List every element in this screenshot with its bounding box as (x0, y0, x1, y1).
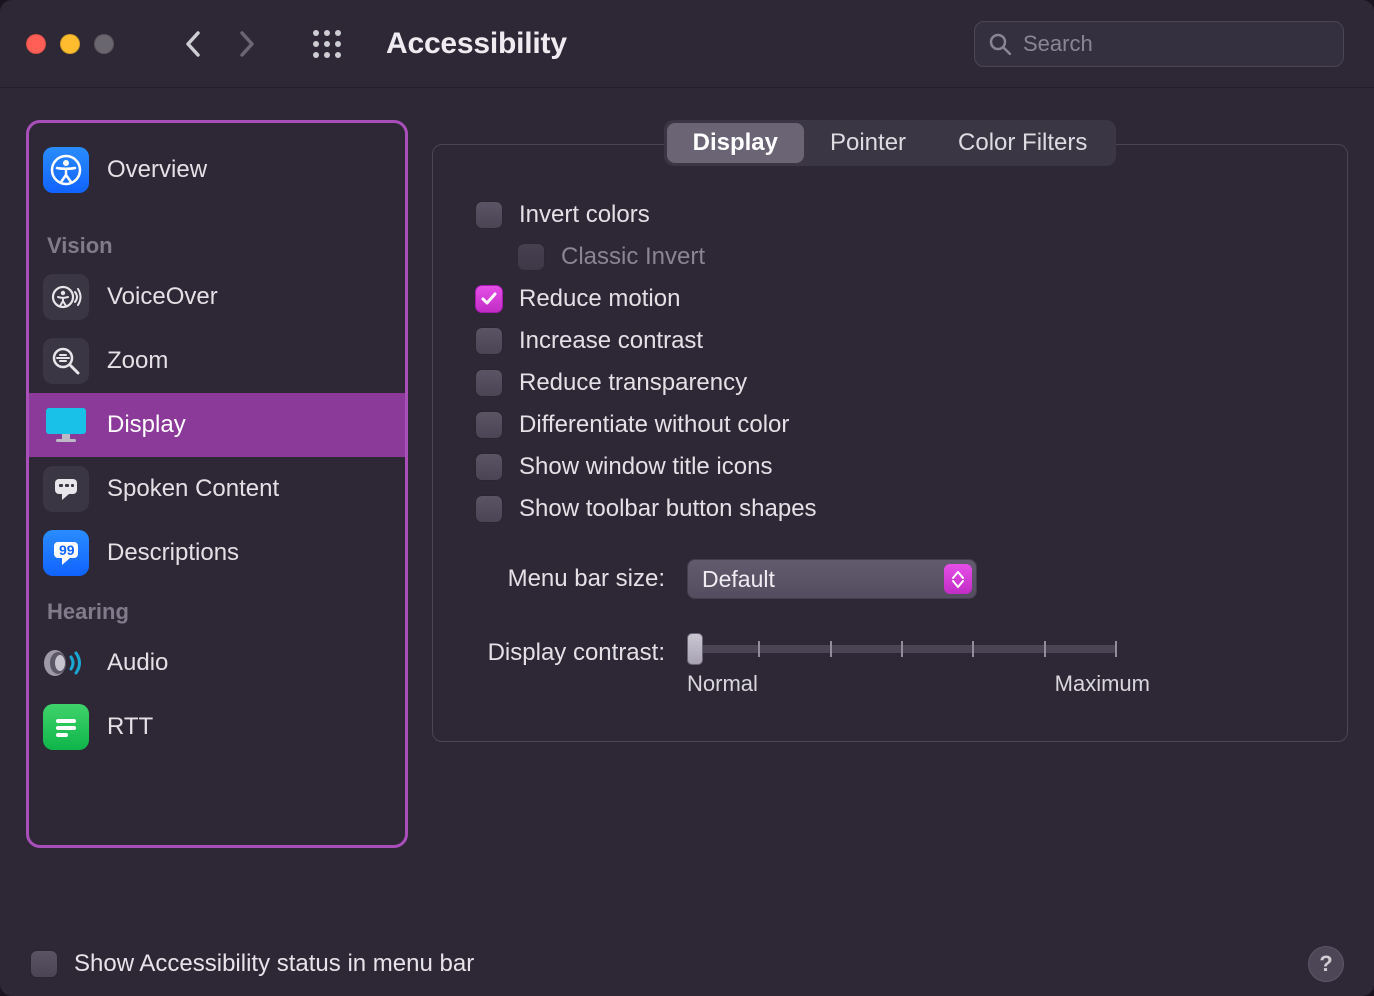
sidebar-section-vision: Vision (29, 219, 405, 265)
svg-text:99: 99 (59, 542, 75, 558)
help-icon: ? (1319, 951, 1332, 977)
sidebar-item-label: RTT (107, 713, 153, 741)
minimize-window-button[interactable] (60, 34, 80, 54)
checkbox-label: Show toolbar button shapes (519, 495, 817, 523)
display-contrast-slider-wrap: Normal Maximum (687, 635, 1305, 697)
forward-button[interactable] (224, 21, 270, 67)
display-contrast-slider[interactable] (687, 645, 1117, 653)
checkbox-label: Increase contrast (519, 327, 703, 355)
display-icon (43, 402, 89, 448)
help-button[interactable]: ? (1308, 946, 1344, 982)
check-increase-contrast[interactable]: Increase contrast (475, 327, 1305, 355)
checkbox[interactable] (475, 369, 503, 397)
sidebar-item-label: VoiceOver (107, 283, 218, 311)
sidebar-item-display[interactable]: Display (29, 393, 405, 457)
tab-color-filters[interactable]: Color Filters (932, 123, 1113, 163)
stepper-arrows-icon (944, 564, 972, 594)
sidebar-item-label: Descriptions (107, 539, 239, 567)
checkbox-label: Classic Invert (561, 243, 705, 271)
checkbox[interactable] (475, 495, 503, 523)
sidebar-container: Overview Vision VoiceOver Zoom (26, 120, 408, 918)
menu-bar-size-label: Menu bar size: (475, 565, 665, 593)
checkbox-label: Differentiate without color (519, 411, 789, 439)
body: Overview Vision VoiceOver Zoom (0, 88, 1374, 938)
sidebar-item-label: Display (107, 411, 186, 439)
close-window-button[interactable] (26, 34, 46, 54)
sidebar-item-spoken-content[interactable]: Spoken Content (29, 457, 405, 521)
sidebar-section-hearing: Hearing (29, 585, 405, 631)
back-button[interactable] (170, 21, 216, 67)
slider-thumb[interactable] (687, 633, 703, 665)
sidebar-item-label: Audio (107, 649, 168, 677)
checkbox[interactable] (475, 327, 503, 355)
search-icon (989, 33, 1011, 55)
sidebar-item-descriptions[interactable]: 99 Descriptions (29, 521, 405, 585)
sidebar-item-label: Spoken Content (107, 475, 279, 503)
footer: Show Accessibility status in menu bar ? (0, 938, 1374, 996)
checkbox (517, 243, 545, 271)
display-contrast-label: Display contrast: (475, 635, 665, 667)
sidebar: Overview Vision VoiceOver Zoom (26, 120, 408, 848)
rtt-icon (43, 704, 89, 750)
sidebar-item-audio[interactable]: Audio (29, 631, 405, 695)
window-controls (26, 34, 114, 54)
search-input[interactable] (1023, 31, 1329, 57)
checkbox-group: Invert colors Classic Invert Reduce moti… (475, 201, 1305, 523)
tab-pointer[interactable]: Pointer (804, 123, 932, 163)
checkbox-label: Reduce transparency (519, 369, 747, 397)
menu-bar-size-row: Menu bar size: Default (475, 559, 1305, 599)
slider-min-label: Normal (687, 671, 758, 697)
slider-max-label: Maximum (1055, 671, 1150, 697)
chevron-right-icon (239, 31, 255, 57)
main-content: Display Pointer Color Filters Invert col… (432, 120, 1348, 918)
sidebar-item-voiceover[interactable]: VoiceOver (29, 265, 405, 329)
voiceover-icon (43, 274, 89, 320)
check-invert-colors[interactable]: Invert colors (475, 201, 1305, 229)
audio-icon (43, 640, 89, 686)
sidebar-item-rtt[interactable]: RTT (29, 695, 405, 759)
display-contrast-row: Display contrast: Normal Maximum (475, 635, 1305, 697)
descriptions-icon: 99 (43, 530, 89, 576)
checkbox-label: Show window title icons (519, 453, 772, 481)
tab-display[interactable]: Display (667, 123, 804, 163)
checkbox[interactable] (475, 285, 503, 313)
check-reduce-transparency[interactable]: Reduce transparency (475, 369, 1305, 397)
show-status-label: Show Accessibility status in menu bar (74, 950, 474, 978)
check-classic-invert: Classic Invert (517, 243, 1305, 271)
check-reduce-motion[interactable]: Reduce motion (475, 285, 1305, 313)
checkbox-label: Invert colors (519, 201, 650, 229)
sidebar-item-overview[interactable]: Overview (29, 135, 405, 205)
show-status-checkbox[interactable] (30, 950, 58, 978)
spoken-content-icon (43, 466, 89, 512)
grid-icon (312, 29, 342, 59)
check-differentiate-without-color[interactable]: Differentiate without color (475, 411, 1305, 439)
check-show-window-title-icons[interactable]: Show window title icons (475, 453, 1305, 481)
slider-ticks (687, 645, 1117, 653)
sidebar-item-zoom[interactable]: Zoom (29, 329, 405, 393)
slider-labels: Normal Maximum (687, 671, 1150, 697)
checkbox[interactable] (475, 201, 503, 229)
checkbox-label: Reduce motion (519, 285, 680, 313)
settings-panel: Invert colors Classic Invert Reduce moti… (432, 144, 1348, 742)
checkbox[interactable] (475, 453, 503, 481)
window-title: Accessibility (386, 27, 567, 61)
accessibility-icon (43, 147, 89, 193)
sidebar-item-label: Zoom (107, 347, 168, 375)
check-show-toolbar-button-shapes[interactable]: Show toolbar button shapes (475, 495, 1305, 523)
checkbox[interactable] (475, 411, 503, 439)
menu-bar-size-select[interactable]: Default (687, 559, 977, 599)
chevron-left-icon (185, 31, 201, 57)
toolbar: Accessibility (0, 0, 1374, 88)
search-field[interactable] (974, 21, 1344, 67)
select-value: Default (702, 566, 775, 593)
show-all-button[interactable] (304, 21, 350, 67)
accessibility-window: Accessibility Overview Vision (0, 0, 1374, 996)
zoom-icon (43, 338, 89, 384)
tab-bar: Display Pointer Color Filters (664, 120, 1117, 166)
sidebar-item-label: Overview (107, 156, 207, 184)
fullscreen-window-button[interactable] (94, 34, 114, 54)
